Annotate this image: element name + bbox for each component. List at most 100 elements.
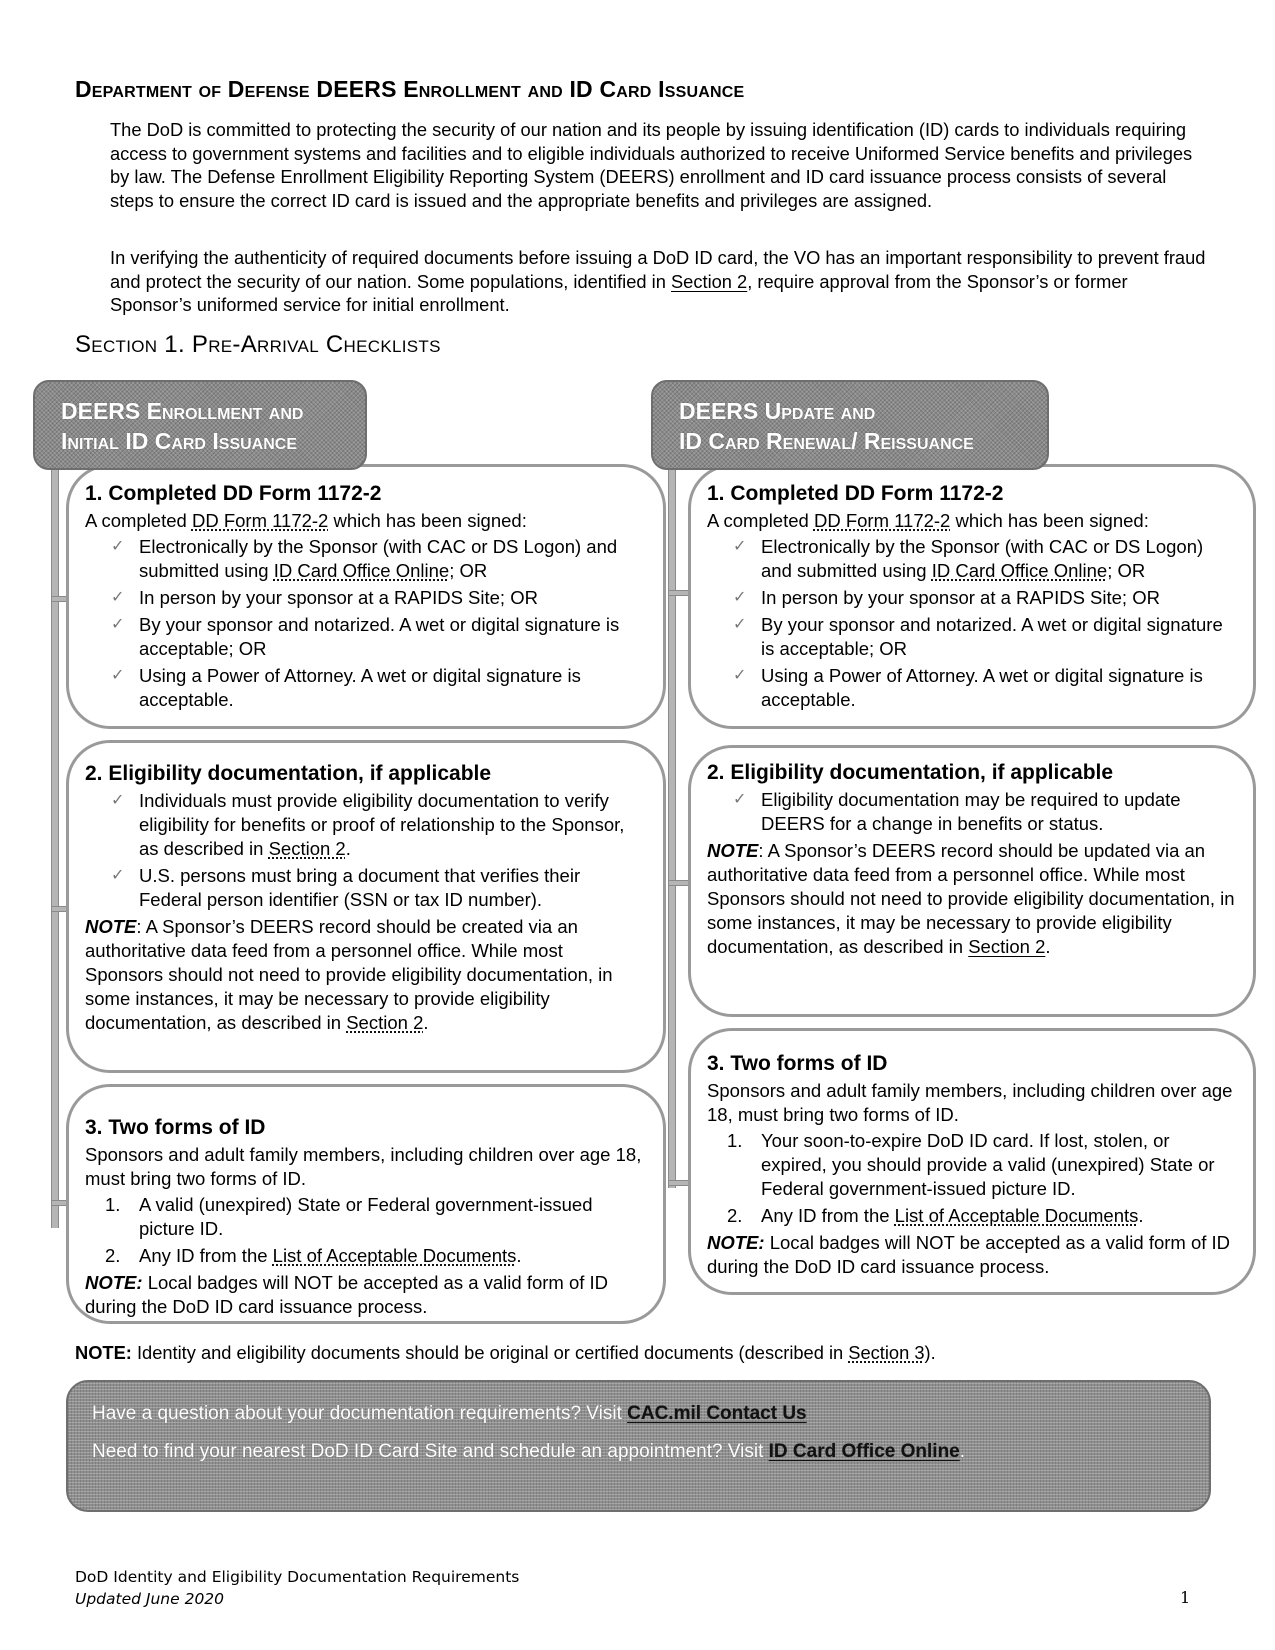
list-item: ✓ In person by your sponsor at a RAPIDS S… (707, 586, 1235, 610)
left-box-two-forms-id: 3. Two forms of ID Sponsors and adult fa… (66, 1084, 666, 1324)
item-number: 1. (105, 1194, 121, 1215)
item-text: U.S. persons must bring a document that … (139, 865, 581, 910)
section-2-link[interactable]: Section 2 (968, 936, 1045, 957)
note-text-end: . (1045, 936, 1051, 957)
check-icon: ✓ (733, 538, 747, 555)
tab-label-line-1: DEERS Update and (679, 398, 876, 424)
box-intro: Sponsors and adult family members, inclu… (85, 1144, 642, 1189)
box-note: NOTE: Local badges will NOT be accepted … (707, 1231, 1235, 1279)
title-part-3: Enrollment and (403, 76, 563, 102)
acceptable-documents-link[interactable]: List of Acceptable Documents (273, 1245, 517, 1266)
acceptable-documents-link[interactable]: List of Acceptable Documents (895, 1205, 1139, 1226)
eligibility-list: ✓ Eligibility documentation may be requir… (707, 788, 1235, 836)
left-box-eligibility: 2. Eligibility documentation, if applica… (66, 740, 666, 1073)
box-intro-text: A completed (707, 510, 814, 531)
box-intro: A completed DD Form 1172-2 which has bee… (85, 509, 645, 533)
id-card-office-online-link[interactable]: ID Card Office Online (769, 1441, 960, 1462)
id-card-office-online-link[interactable]: ID Card Office Online (274, 560, 449, 581)
section-3-link[interactable]: Section 3 (848, 1342, 924, 1363)
item-text: Individuals must provide eligibility doc… (139, 790, 625, 859)
right-box-dd-form: 1. Completed DD Form 1172-2 A completed … (688, 464, 1256, 729)
item-number: 2. (105, 1245, 121, 1266)
box-intro: A completed DD Form 1172-2 which has bee… (707, 509, 1235, 533)
section-2-link[interactable]: Section 2 (269, 838, 346, 859)
id-forms-list: 1. Your soon-to-expire DoD ID card. If lo… (707, 1129, 1235, 1228)
banner-line-2: Need to find your nearest DoD ID Card Si… (92, 1438, 1185, 1466)
section-2-link[interactable]: Section 2 (346, 1012, 423, 1033)
box-note: NOTE: A Sponsor’s DEERS record should be… (85, 915, 645, 1035)
left-box-dd-form: 1. Completed DD Form 1172-2 A completed … (66, 464, 666, 729)
tab-label-line-2: Initial ID Card Issuance (61, 428, 298, 454)
id-card-office-online-link[interactable]: ID Card Office Online (932, 560, 1107, 581)
list-item: 2. Any ID from the List of Acceptable Doc… (85, 1244, 645, 1268)
item-text: Any ID from the (139, 1245, 273, 1266)
item-number: 1. (727, 1130, 743, 1151)
title-part-1: Department of Defense (75, 76, 310, 102)
item-text: Your soon-to-expire DoD ID card. If lost… (761, 1130, 1215, 1199)
right-box-two-forms-id: 3. Two forms of ID Sponsors and adult fa… (688, 1028, 1256, 1295)
list-item: ✓ Electronically by the Sponsor (with CAC… (85, 535, 645, 583)
list-item: ✓ Electronically by the Sponsor (with CAC… (707, 535, 1235, 583)
note-text-end: . (423, 1012, 429, 1033)
title-part-5: Card Issuance (599, 76, 745, 102)
box-note: NOTE: Local badges will NOT be accepted … (85, 1271, 645, 1319)
list-item: ✓ By your sponsor and notarized. A wet or… (85, 613, 645, 661)
box-heading: 3. Two forms of ID (85, 1116, 266, 1139)
item-text: Any ID from the (761, 1205, 895, 1226)
dd-form-link[interactable]: DD Form 1172-2 (814, 510, 950, 531)
id-forms-list: 1. A valid (unexpired) State or Federal g… (85, 1193, 645, 1268)
bottom-note: NOTE: Identity and eligibility documents… (75, 1342, 936, 1364)
note-text: Local badges will NOT be accepted as a v… (707, 1232, 1231, 1277)
tab-deers-update: DEERS Update and ID Card Renewal/ Reissu… (651, 380, 1049, 470)
note-text-end: ). (924, 1342, 936, 1363)
cac-contact-us-link[interactable]: CAC.mil Contact Us (627, 1403, 806, 1424)
item-text: In person by your sponsor at a RAPIDS Si… (139, 587, 538, 608)
check-icon: ✓ (111, 538, 125, 555)
item-text: Eligibility documentation may be require… (761, 789, 1181, 834)
box-intro-text-end: which has been signed: (950, 510, 1149, 531)
note-text: Identity and eligibility documents shoul… (131, 1342, 849, 1363)
right-connector-tick (669, 880, 689, 886)
footer-updated-date: Updated June 2020 (75, 1590, 225, 1608)
left-connector-rail (51, 468, 59, 1228)
intro-paragraph-1: The DoD is committed to protecting the s… (110, 119, 1193, 211)
box-intro: Sponsors and adult family members, inclu… (707, 1080, 1233, 1125)
help-banner: Have a question about your documentation… (66, 1380, 1211, 1512)
box-note: NOTE: A Sponsor’s DEERS record should be… (707, 839, 1235, 959)
check-icon: ✓ (111, 667, 125, 684)
note-label: NOTE (85, 916, 137, 937)
check-icon: ✓ (111, 867, 125, 884)
list-item: ✓ Using a Power of Attorney. A wet or dig… (707, 664, 1235, 712)
banner-line-1: Have a question about your documentation… (92, 1400, 1185, 1428)
item-text: By your sponsor and notarized. A wet or … (761, 614, 1223, 659)
note-label: NOTE: (75, 1342, 132, 1363)
item-text: By your sponsor and notarized. A wet or … (139, 614, 620, 659)
title-part-2: DEERS (316, 76, 397, 102)
section-2-link[interactable]: Section 2 (671, 271, 747, 292)
box-heading: 2. Eligibility documentation, if applica… (707, 761, 1114, 784)
signature-options-list: ✓ Electronically by the Sponsor (with CAC… (85, 535, 645, 712)
check-icon: ✓ (111, 792, 125, 809)
list-item: 1. A valid (unexpired) State or Federal g… (85, 1193, 645, 1241)
item-text: A valid (unexpired) State or Federal gov… (139, 1194, 593, 1239)
eligibility-list: ✓ Individuals must provide eligibility do… (85, 789, 645, 912)
dd-form-link[interactable]: DD Form 1172-2 (192, 510, 328, 531)
item-text: Using a Power of Attorney. A wet or digi… (139, 665, 581, 710)
box-intro-text-end: which has been signed: (328, 510, 527, 531)
right-connector-rail (668, 468, 676, 1188)
banner-text: Have a question about your documentation… (92, 1403, 628, 1424)
box-heading: 1. Completed DD Form 1172-2 (707, 482, 1004, 505)
check-icon: ✓ (733, 791, 747, 808)
item-number: 2. (727, 1205, 743, 1226)
check-icon: ✓ (733, 667, 747, 684)
box-heading: 1. Completed DD Form 1172-2 (85, 482, 382, 505)
list-item: ✓ Using a Power of Attorney. A wet or dig… (85, 664, 645, 712)
check-icon: ✓ (111, 589, 125, 606)
item-text: Using a Power of Attorney. A wet or digi… (761, 665, 1203, 710)
intro-paragraph-2: In verifying the authenticity of require… (110, 246, 1210, 317)
title-part-4: ID (569, 76, 593, 102)
item-text: In person by your sponsor at a RAPIDS Si… (761, 587, 1160, 608)
signature-options-list: ✓ Electronically by the Sponsor (with CAC… (707, 535, 1235, 712)
list-item: ✓ U.S. persons must bring a document that… (85, 864, 645, 912)
footer-doc-title: DoD Identity and Eligibility Documentati… (75, 1568, 520, 1586)
